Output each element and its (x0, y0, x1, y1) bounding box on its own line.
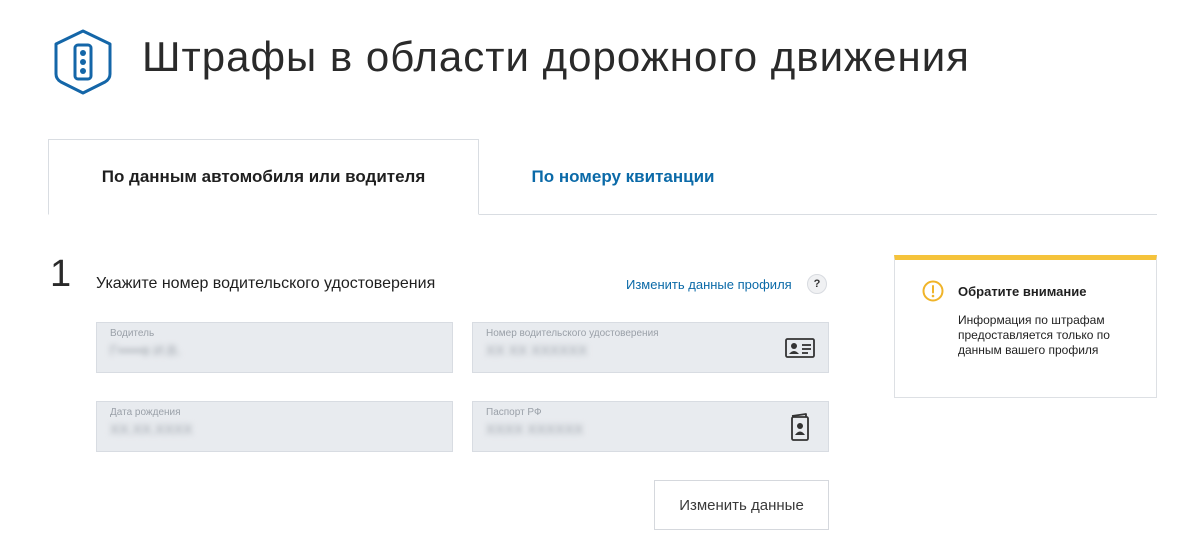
warning-icon (922, 280, 944, 302)
passport-field-value: ХХХХ ХХХХХХ (486, 421, 584, 437)
license-number-field-value: ХХ ХХ ХХХХХХ (486, 342, 588, 358)
notice-box: Обратите внимание Информация по штрафам … (894, 255, 1157, 398)
traffic-light-icon (54, 29, 112, 95)
driver-field-label: Водитель (110, 328, 155, 339)
help-button[interactable]: ? (807, 274, 827, 294)
driver-field[interactable]: Водитель Г•••••в И.В. (96, 322, 453, 373)
passport-field[interactable]: Паспорт РФ ХХХХ ХХХХХХ (472, 401, 829, 452)
passport-field-label: Паспорт РФ (486, 407, 542, 418)
birth-date-field-label: Дата рождения (110, 407, 181, 418)
birth-date-field[interactable]: Дата рождения ХХ.ХХ.ХХХХ (96, 401, 453, 452)
birth-date-field-value: ХХ.ХХ.ХХХХ (110, 421, 193, 437)
notice-title: Обратите внимание (958, 284, 1087, 299)
driver-field-value: Г•••••в И.В. (110, 342, 181, 358)
tab-by-receipt-number[interactable]: По номеру квитанции (480, 139, 766, 215)
edit-profile-link[interactable]: Изменить данные профиля (626, 277, 792, 292)
id-card-icon (785, 338, 815, 358)
change-data-button[interactable]: Изменить данные (654, 480, 829, 530)
step-title: Укажите номер водительского удостоверени… (96, 275, 436, 292)
license-number-field-label: Номер водительского удостоверения (486, 328, 659, 339)
notice-text: Информация по штрафам предоставляется то… (958, 313, 1110, 357)
tab-by-vehicle-or-driver[interactable]: По данным автомобиля или водителя (48, 139, 479, 215)
passport-icon (791, 413, 809, 441)
page-title: Штрафы в области дорожного движения (142, 33, 970, 80)
step-number: 1 (50, 253, 72, 295)
page: Штрафы в области дорожного движения По д… (0, 0, 1200, 552)
license-number-field[interactable]: Номер водительского удостоверения ХХ ХХ … (472, 322, 829, 373)
